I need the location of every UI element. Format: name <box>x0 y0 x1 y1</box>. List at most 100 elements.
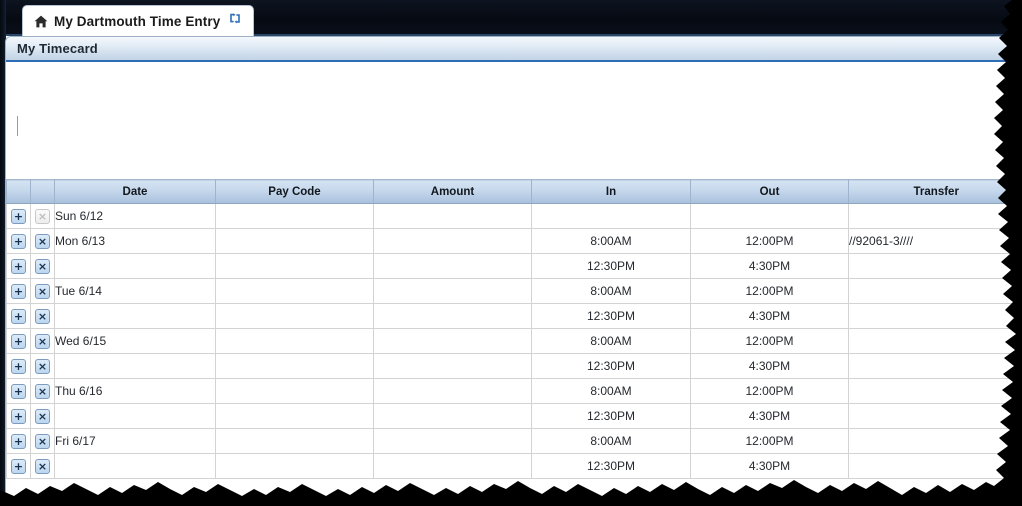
cell-in[interactable]: 12:30PM <box>531 403 691 429</box>
table-row[interactable]: + × 12:30PM 4:30PM <box>6 403 1022 429</box>
cell-amount[interactable] <box>373 378 532 404</box>
remove-row-button[interactable]: × <box>35 308 50 324</box>
cell-pay-code[interactable] <box>215 353 374 379</box>
cell-pay-code[interactable] <box>215 453 374 479</box>
cell-date[interactable]: Wed 6/15 <box>54 328 216 354</box>
cell-date[interactable]: Thu 6/16 <box>54 378 216 404</box>
cell-out[interactable]: 4:30PM <box>690 403 849 429</box>
add-row-button[interactable]: + <box>11 308 26 324</box>
cell-amount[interactable] <box>373 278 532 304</box>
cell-amount[interactable] <box>373 228 532 254</box>
cell-transfer[interactable] <box>848 378 1022 404</box>
add-row-button[interactable]: + <box>11 383 26 399</box>
add-row-button[interactable]: + <box>11 283 26 299</box>
add-row-button[interactable]: + <box>11 433 26 449</box>
cell-transfer[interactable] <box>848 453 1022 479</box>
cell-transfer[interactable] <box>848 328 1022 354</box>
table-row[interactable]: + × 12:30PM 4:30PM <box>6 303 1022 329</box>
cell-transfer[interactable] <box>848 278 1022 304</box>
cell-date[interactable]: Mon 6/13 <box>54 228 216 254</box>
table-row[interactable]: + × Tue 6/14 8:00AM 12:00PM <box>6 278 1022 304</box>
add-row-button[interactable]: + <box>11 233 26 249</box>
remove-row-button[interactable]: × <box>35 283 50 299</box>
column-header-amount[interactable]: Amount <box>373 179 532 204</box>
cell-pay-code[interactable] <box>215 253 374 279</box>
table-row[interactable]: + × Fri 6/17 8:00AM 12:00PM <box>6 428 1022 454</box>
table-row[interactable]: + × Mon 6/13 8:00AM 12:00PM//92061-3//// <box>6 228 1022 254</box>
cell-date[interactable]: Fri 6/17 <box>54 428 216 454</box>
column-header-date[interactable]: Date <box>54 179 216 204</box>
add-row-button[interactable]: + <box>11 208 26 224</box>
cell-amount[interactable] <box>373 203 532 229</box>
add-row-button[interactable]: + <box>11 408 26 424</box>
cell-in[interactable]: 12:30PM <box>531 253 691 279</box>
tab-my-dartmouth-time-entry[interactable]: My Dartmouth Time Entry <box>22 5 255 36</box>
cell-amount[interactable] <box>373 453 532 479</box>
cell-amount[interactable] <box>373 403 532 429</box>
cell-date[interactable] <box>54 303 216 329</box>
cell-transfer[interactable] <box>848 403 1022 429</box>
cell-in[interactable]: 8:00AM <box>531 228 691 254</box>
cell-out[interactable]: 12:00PM <box>690 378 849 404</box>
cell-in[interactable]: 12:30PM <box>531 353 691 379</box>
cell-pay-code[interactable] <box>215 378 374 404</box>
cell-pay-code[interactable] <box>215 328 374 354</box>
table-row[interactable]: + × 12:30PM 4:30PM <box>6 353 1022 379</box>
remove-row-button[interactable]: × <box>35 358 50 374</box>
cell-in[interactable]: 8:00AM <box>531 328 691 354</box>
cell-amount[interactable] <box>373 328 532 354</box>
refresh-icon[interactable] <box>229 12 241 24</box>
cell-out[interactable] <box>690 203 849 229</box>
cell-in[interactable]: 12:30PM <box>531 303 691 329</box>
cell-in[interactable]: 8:00AM <box>531 278 691 304</box>
remove-row-button[interactable]: × <box>35 458 50 474</box>
cell-out[interactable]: 4:30PM <box>690 303 849 329</box>
add-row-button[interactable]: + <box>11 458 26 474</box>
cell-out[interactable]: 12:00PM <box>690 328 849 354</box>
cell-out[interactable]: 4:30PM <box>690 253 849 279</box>
column-header-pay-code[interactable]: Pay Code <box>215 179 374 204</box>
remove-row-button[interactable]: × <box>35 433 50 449</box>
cell-in[interactable]: 8:00AM <box>531 378 691 404</box>
cell-date[interactable] <box>54 253 216 279</box>
cell-in[interactable] <box>531 203 691 229</box>
cell-date[interactable]: Sun 6/12 <box>54 203 216 229</box>
add-row-button[interactable]: + <box>11 358 26 374</box>
cell-date[interactable]: Tue 6/14 <box>54 278 216 304</box>
cell-date[interactable] <box>54 453 216 479</box>
cell-date[interactable] <box>54 353 216 379</box>
cell-amount[interactable] <box>373 353 532 379</box>
column-header-add[interactable] <box>6 179 31 204</box>
cell-out[interactable]: 4:30PM <box>690 353 849 379</box>
cell-transfer[interactable] <box>848 428 1022 454</box>
cell-pay-code[interactable] <box>215 303 374 329</box>
table-row[interactable]: + × Wed 6/15 8:00AM 12:00PM <box>6 328 1022 354</box>
column-header-remove[interactable] <box>30 179 55 204</box>
column-header-transfer[interactable]: Transfer <box>848 179 1022 204</box>
cell-transfer[interactable] <box>848 253 1022 279</box>
cell-amount[interactable] <box>373 428 532 454</box>
cell-date[interactable] <box>54 403 216 429</box>
cell-pay-code[interactable] <box>215 278 374 304</box>
remove-row-button[interactable]: × <box>35 233 50 249</box>
cell-out[interactable]: 12:00PM <box>690 278 849 304</box>
column-header-in[interactable]: In <box>531 179 691 204</box>
cell-transfer[interactable] <box>848 203 1022 229</box>
cell-in[interactable]: 8:00AM <box>531 428 691 454</box>
add-row-button[interactable]: + <box>11 333 26 349</box>
cell-pay-code[interactable] <box>215 203 374 229</box>
cell-in[interactable]: 12:30PM <box>531 453 691 479</box>
cell-transfer[interactable] <box>848 353 1022 379</box>
cell-pay-code[interactable] <box>215 403 374 429</box>
remove-row-button[interactable]: × <box>35 408 50 424</box>
add-row-button[interactable]: + <box>11 258 26 274</box>
table-row[interactable]: + × 12:30PM 4:30PM <box>6 253 1022 279</box>
cell-out[interactable]: 4:30PM <box>690 453 849 479</box>
remove-row-button[interactable]: × <box>35 333 50 349</box>
cell-out[interactable]: 12:00PM <box>690 228 849 254</box>
remove-row-button[interactable]: × <box>35 258 50 274</box>
cell-transfer[interactable] <box>848 303 1022 329</box>
cell-amount[interactable] <box>373 253 532 279</box>
cell-pay-code[interactable] <box>215 428 374 454</box>
cell-pay-code[interactable] <box>215 228 374 254</box>
